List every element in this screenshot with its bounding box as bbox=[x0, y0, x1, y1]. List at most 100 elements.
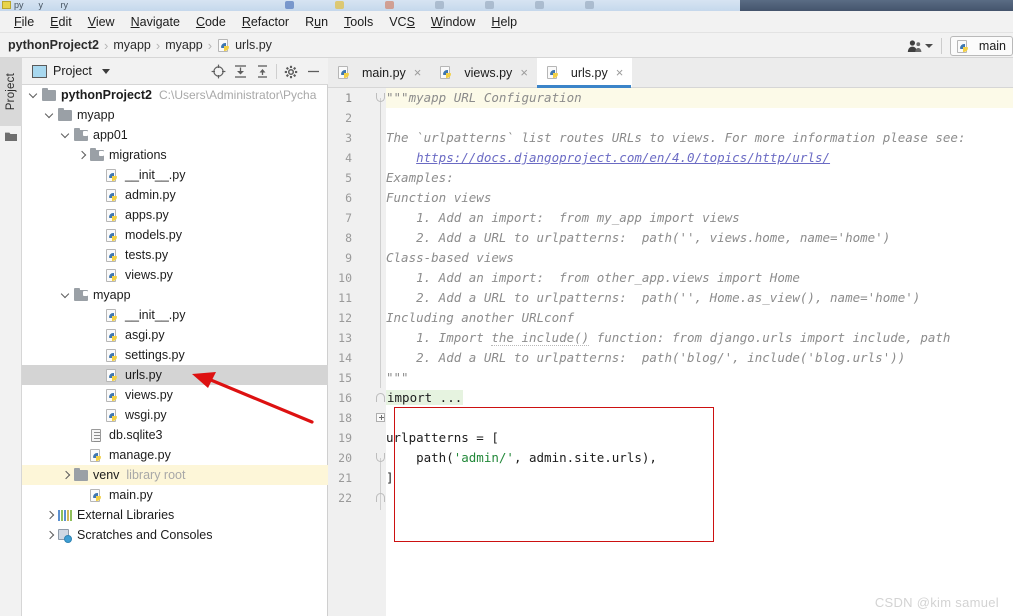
tree-item--init-py[interactable]: __init__.py bbox=[22, 165, 328, 185]
code-line[interactable]: path('admin/', admin.site.urls), bbox=[386, 448, 657, 468]
locate-icon[interactable] bbox=[207, 58, 229, 85]
line-number: 16 bbox=[338, 391, 352, 405]
breadcrumb-item[interactable]: pythonProject2 bbox=[8, 38, 99, 52]
code-line[interactable]: 1. Add an import: from other_app.views i… bbox=[386, 268, 800, 288]
code-editor[interactable]: 1 2 3 4 5 6 7 8 9 10 11 12 13 14 15 16 18 19 20 21 22 bbox=[328, 88, 1013, 616]
menu-item-navigate[interactable]: Navigate bbox=[123, 13, 188, 31]
breadcrumb-item[interactable]: myapp bbox=[113, 38, 151, 52]
chevron-down-icon[interactable] bbox=[28, 90, 39, 101]
menu-item-edit[interactable]: Edit bbox=[42, 13, 80, 31]
code-line[interactable]: 2. Add a URL to urlpatterns: path('', Ho… bbox=[386, 288, 920, 308]
tree-item-apps-py[interactable]: apps.py bbox=[22, 205, 328, 225]
chevron-right-icon[interactable] bbox=[44, 510, 55, 521]
tree-item-wsgi-py[interactable]: wsgi.py bbox=[22, 405, 328, 425]
tree-item-myapp[interactable]: myapp bbox=[22, 285, 328, 305]
chevron-down-icon[interactable] bbox=[60, 290, 71, 301]
fold-marker-collapsed-imports[interactable] bbox=[375, 408, 386, 428]
folder-icon bbox=[57, 107, 73, 123]
fold-marker-close-urlpatterns[interactable] bbox=[375, 488, 386, 508]
breadcrumb-item[interactable]: urls.py bbox=[235, 38, 272, 52]
breadcrumb-item[interactable]: myapp bbox=[165, 38, 203, 52]
close-icon[interactable]: × bbox=[414, 65, 422, 80]
menu-item-run[interactable]: Run bbox=[297, 13, 336, 31]
tree-item-scratches-and-consoles[interactable]: Scratches and Consoles bbox=[22, 525, 328, 545]
tree-item-migrations[interactable]: migrations bbox=[22, 145, 328, 165]
tree-item-main-py[interactable]: main.py bbox=[22, 485, 328, 505]
tree-item-views-py[interactable]: views.py bbox=[22, 385, 328, 405]
menu-item-code[interactable]: Code bbox=[188, 13, 234, 31]
tree-item-db-sqlite3[interactable]: db.sqlite3 bbox=[22, 425, 328, 445]
editor-tab-views-py[interactable]: views.py × bbox=[430, 58, 537, 87]
collapse-all-icon[interactable] bbox=[251, 58, 273, 85]
menu-item-tools[interactable]: Tools bbox=[336, 13, 381, 31]
window-titlebar: py y ry bbox=[0, 0, 1013, 11]
code-line[interactable]: import ... bbox=[386, 388, 464, 408]
code-line[interactable]: 2. Add a URL to urlpatterns: path('blog/… bbox=[386, 348, 905, 368]
code-line[interactable]: """myapp URL Configuration bbox=[386, 88, 582, 108]
tree-item--init-py[interactable]: __init__.py bbox=[22, 305, 328, 325]
project-tree[interactable]: pythonProject2 C:\Users\Administrator\Pyc… bbox=[22, 85, 328, 616]
menu-item-window[interactable]: Window bbox=[423, 13, 483, 31]
code-line[interactable]: Including another URLconf bbox=[386, 308, 574, 328]
chevron-down-icon[interactable] bbox=[44, 110, 55, 121]
tree-item-myapp[interactable]: myapp bbox=[22, 105, 328, 125]
tree-item-models-py[interactable]: models.py bbox=[22, 225, 328, 245]
tree-item-manage-py[interactable]: manage.py bbox=[22, 445, 328, 465]
code-line[interactable]: Examples: bbox=[386, 168, 454, 188]
code-line[interactable]: The `urlpatterns` list routes URLs to vi… bbox=[386, 128, 965, 148]
fold-marker-open-urlpatterns[interactable] bbox=[375, 448, 386, 468]
menu-item-file[interactable]: File bbox=[6, 13, 42, 31]
project-view-chevron-down-icon[interactable] bbox=[101, 68, 110, 74]
code-line[interactable]: """ bbox=[386, 368, 409, 388]
tree-item-pythonproject2[interactable]: pythonProject2 C:\Users\Administrator\Pyc… bbox=[22, 85, 328, 105]
tree-item-label: main.py bbox=[109, 488, 153, 502]
hide-window-icon[interactable] bbox=[302, 58, 324, 85]
menu-item-refactor[interactable]: Refactor bbox=[234, 13, 297, 31]
person-icon[interactable] bbox=[907, 39, 923, 53]
tree-item-label: tests.py bbox=[125, 248, 169, 262]
editor-tab-urls-py[interactable]: urls.py × bbox=[536, 58, 633, 88]
tree-item-app01[interactable]: app01 bbox=[22, 125, 328, 145]
tool-window-tab-project[interactable]: Project bbox=[0, 58, 22, 126]
python-file-icon bbox=[105, 388, 121, 403]
code-line[interactable]: Function views bbox=[386, 188, 491, 208]
chevron-right-icon[interactable] bbox=[44, 530, 55, 541]
code-line[interactable]: 1. Import the include() function: from d… bbox=[386, 328, 950, 348]
tree-item-views-py[interactable]: views.py bbox=[22, 265, 328, 285]
fold-marker-close-docstring[interactable] bbox=[375, 388, 386, 408]
menu-item-vcs[interactable]: VCS bbox=[381, 13, 423, 31]
code-folding-strip[interactable] bbox=[375, 88, 386, 616]
run-configuration-selector[interactable]: main bbox=[949, 35, 1013, 56]
tree-item-tests-py[interactable]: tests.py bbox=[22, 245, 328, 265]
code-line[interactable]: ] bbox=[386, 468, 394, 488]
code-text[interactable]: """myapp URL Configuration The `urlpatter… bbox=[386, 88, 1013, 616]
line-number: 22 bbox=[338, 491, 352, 505]
tree-item-settings-py[interactable]: settings.py bbox=[22, 345, 328, 365]
editor-tab-bar: main.py × views.py × urls.py × bbox=[328, 58, 1013, 88]
code-line[interactable]: Class-based views bbox=[386, 248, 514, 268]
expand-all-icon[interactable] bbox=[229, 58, 251, 85]
tree-item-venv[interactable]: venv library root bbox=[22, 465, 328, 485]
code-line[interactable]: https://docs.djangoproject.com/en/4.0/to… bbox=[386, 148, 830, 168]
chevron-down-icon[interactable] bbox=[60, 130, 71, 141]
code-token: """myapp URL Configuration bbox=[386, 90, 582, 105]
chevron-right-icon[interactable] bbox=[76, 150, 87, 161]
code-line[interactable]: 2. Add a URL to urlpatterns: path('', vi… bbox=[386, 228, 890, 248]
account-chevron-down-icon[interactable] bbox=[924, 43, 933, 48]
tree-item-admin-py[interactable]: admin.py bbox=[22, 185, 328, 205]
editor-area: main.py × views.py × urls.py × 1 2 3 4 5 6 7 8 9 10 11 1… bbox=[328, 58, 1013, 616]
close-icon[interactable]: × bbox=[616, 65, 624, 80]
settings-gear-icon[interactable] bbox=[280, 58, 302, 85]
close-icon[interactable]: × bbox=[520, 65, 528, 80]
chevron-right-icon[interactable] bbox=[60, 470, 71, 481]
tree-item-external-libraries[interactable]: External Libraries bbox=[22, 505, 328, 525]
tree-item-label: venv bbox=[93, 468, 120, 482]
editor-tab-main-py[interactable]: main.py × bbox=[328, 58, 430, 87]
menu-item-view[interactable]: View bbox=[80, 13, 123, 31]
fold-marker-open-docstring[interactable] bbox=[375, 88, 386, 108]
tree-item-urls-py[interactable]: urls.py bbox=[22, 365, 328, 385]
tree-item-asgi-py[interactable]: asgi.py bbox=[22, 325, 328, 345]
menu-item-help[interactable]: Help bbox=[483, 13, 525, 31]
code-line[interactable]: 1. Add an import: from my_app import vie… bbox=[386, 208, 740, 228]
code-line[interactable]: urlpatterns = [ bbox=[386, 428, 499, 448]
